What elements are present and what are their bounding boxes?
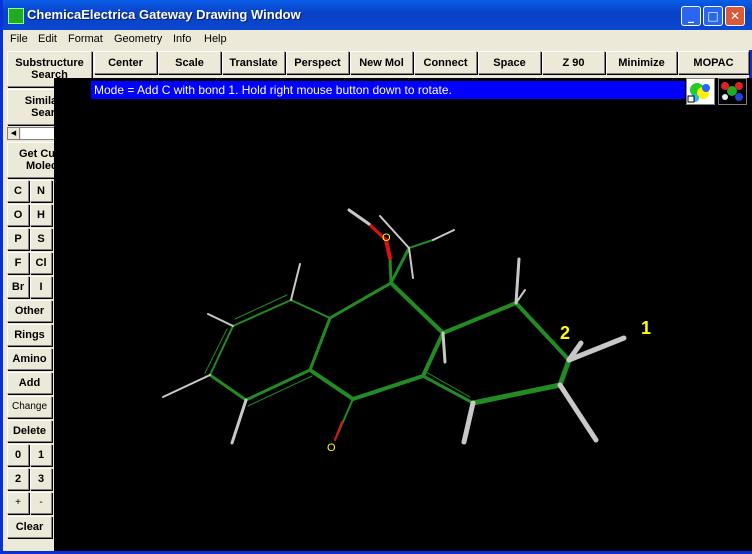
minimize-geometry-button[interactable]: Minimize [606, 51, 677, 74]
molecule-ballstick-icon[interactable] [718, 78, 747, 105]
bond [389, 246, 411, 285]
atom-number-label: 2 [560, 323, 570, 343]
menu-bar: File Edit Format Geometry Info Help [6, 30, 752, 50]
hydrogen-bond [432, 229, 455, 241]
bond [208, 373, 248, 402]
bond [408, 239, 434, 249]
menu-help[interactable]: Help [204, 33, 227, 45]
hydrogen-bond [230, 398, 248, 445]
bond [232, 299, 292, 327]
bond-3-button[interactable]: 3 [30, 468, 52, 490]
hydrogen-bond [441, 331, 447, 364]
bond [247, 375, 313, 407]
bond [441, 301, 518, 335]
connect-button[interactable]: Connect [414, 51, 477, 74]
scroll-left-arrow-icon[interactable]: ◀ [8, 128, 20, 139]
bond [234, 294, 288, 320]
plus-button[interactable]: + [7, 492, 29, 514]
status-text: Mode = Add C with bond 1. Hold right mou… [94, 83, 452, 97]
bond-2-button[interactable]: 2 [7, 468, 29, 490]
rings-button[interactable]: Rings [7, 324, 52, 346]
molecule-view: O O 2 1 [162, 208, 651, 454]
new-mol-button[interactable]: New Mol [350, 51, 413, 74]
hydrogen-bond [461, 400, 476, 445]
element-p-button[interactable]: P [7, 228, 29, 250]
bond [209, 325, 234, 376]
menu-info[interactable]: Info [173, 33, 191, 45]
space-button[interactable]: Space [478, 51, 541, 74]
window-title: ChemicaElectrica Gateway Drawing Window [27, 7, 301, 22]
bond-oxygen [334, 421, 343, 441]
mopac-button[interactable]: MOPAC [678, 51, 749, 74]
molecule-surface-icon[interactable] [686, 78, 715, 105]
status-bar: Mode = Add C with bond 1. Hold right mou… [91, 81, 685, 99]
bond [425, 371, 471, 398]
delete-button[interactable]: Delete [7, 420, 52, 442]
atom-number-label: 1 [641, 318, 651, 338]
change-button[interactable]: Change [7, 396, 52, 418]
hydrogen-bond [162, 374, 211, 398]
center-button[interactable]: Center [94, 51, 157, 74]
hydrogen-bond [207, 313, 234, 327]
bond-1-button[interactable]: 1 [30, 444, 52, 466]
hydrogen-bond [408, 247, 414, 279]
menu-format[interactable]: Format [68, 33, 103, 45]
element-f-button[interactable]: F [7, 252, 29, 274]
drawing-window: ChemicaElectrica Gateway Drawing Window … [0, 0, 752, 554]
hydrogen-bond [290, 263, 301, 301]
element-cl-button[interactable]: Cl [30, 252, 52, 274]
bond [421, 374, 475, 405]
bond [308, 316, 332, 372]
title-bar: ChemicaElectrica Gateway Drawing Window … [3, 0, 752, 30]
bond [308, 368, 355, 401]
minimize-window-button[interactable]: _ [681, 6, 701, 26]
element-o-button[interactable]: O [7, 204, 29, 226]
scale-button[interactable]: Scale [158, 51, 221, 74]
hydrogen-bond [347, 208, 371, 226]
perspect-button[interactable]: Perspect [286, 51, 349, 74]
drawing-canvas[interactable]: O O 2 1 [54, 78, 752, 551]
bond [328, 281, 393, 320]
z90-button[interactable]: Z 90 [542, 51, 605, 74]
bond [244, 368, 312, 402]
menu-edit[interactable]: Edit [38, 33, 57, 45]
atom-label-oxygen: O [382, 232, 391, 244]
close-window-button[interactable]: ✕ [725, 6, 745, 26]
element-n-button[interactable]: N [30, 180, 52, 202]
element-br-button[interactable]: Br [7, 276, 29, 298]
bond [351, 374, 425, 401]
hydrogen-bond [514, 257, 521, 305]
clear-button[interactable]: Clear [7, 516, 52, 538]
other-button[interactable]: Other [7, 300, 52, 322]
bond [557, 357, 572, 388]
bond [204, 328, 228, 374]
bond [290, 299, 331, 319]
amino-button[interactable]: Amino [7, 348, 52, 370]
translate-button[interactable]: Translate [222, 51, 285, 74]
minus-button[interactable]: - [30, 492, 52, 514]
menu-geometry[interactable]: Geometry [114, 33, 162, 45]
atom-label-oxygen: O [327, 442, 336, 454]
hydrogen-bond [557, 382, 599, 443]
element-i-button[interactable]: I [30, 276, 52, 298]
bond [421, 331, 445, 378]
maximize-window-button[interactable]: □ [703, 6, 723, 26]
menu-file[interactable]: File [10, 33, 28, 45]
add-button[interactable]: Add [7, 372, 52, 394]
element-c-button[interactable]: C [7, 180, 29, 202]
bond [470, 382, 563, 406]
bond [389, 281, 445, 335]
element-h-button[interactable]: H [30, 204, 52, 226]
bond [388, 256, 393, 285]
app-icon [8, 8, 24, 24]
element-s-button[interactable]: S [30, 228, 52, 250]
bond-0-button[interactable]: 0 [7, 444, 29, 466]
